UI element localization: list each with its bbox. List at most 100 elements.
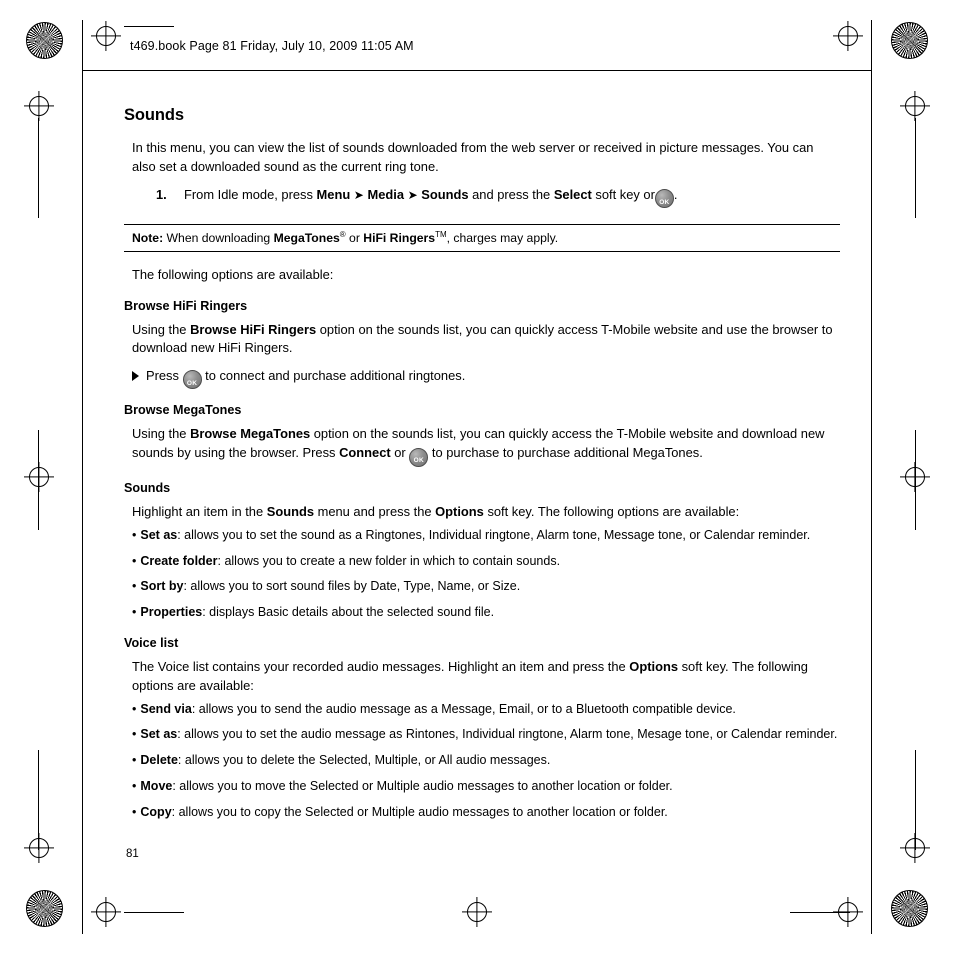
step-select-label: Select [553, 186, 592, 202]
note-or: or [349, 230, 360, 245]
sounds-mid: menu and press the [317, 504, 432, 520]
page-content: Sounds In this menu, you can view the li… [124, 106, 840, 828]
note-label: Note: [132, 230, 164, 245]
arrow-icon-2: ➤ [407, 187, 418, 202]
list-item: • Move: allows you to move the Selected o… [124, 777, 840, 796]
registration-mark-right-mid [905, 467, 925, 487]
list-item-desc: : allows you to set the sound as a Ringt… [177, 527, 811, 542]
browse-megatones-or: or [394, 445, 406, 461]
starburst-mark-top-left [26, 22, 63, 59]
ok-key-icon: OK [654, 188, 674, 208]
step-sounds-label: Sounds [421, 186, 469, 202]
list-item: • Copy: allows you to copy the Selected o… [124, 803, 840, 822]
bullet-icon: • [132, 804, 137, 819]
starburst-mark-bottom-right [891, 890, 928, 927]
crop-line-bottom-left [124, 912, 184, 913]
list-item-term: Move [140, 778, 173, 793]
browse-hifi-action-text: Press OK to connect and purchase additio… [146, 366, 466, 390]
crop-line-header [82, 70, 872, 71]
list-item-term: Delete [140, 753, 178, 768]
crop-line-left [82, 20, 83, 934]
step-number: 1. [156, 186, 167, 202]
registration-mark-left-lower [29, 838, 49, 858]
registration-mark-bottom-right [838, 902, 858, 922]
page-title: Sounds [124, 106, 184, 124]
registration-mark-left-mid [29, 467, 49, 487]
list-item: • Set as: allows you to set the sound as … [124, 526, 840, 545]
header-rule [124, 26, 174, 27]
step-text-end: . [673, 186, 678, 202]
note-callout: Note: When downloading MegaTones® or HiF… [124, 223, 840, 252]
voice-list-bold: Options [629, 658, 678, 674]
sounds-bold-2: Options [435, 504, 484, 520]
ok-key-label: OK [413, 457, 424, 465]
options-lead-text: The following options are available: [132, 266, 334, 282]
subheading-browse-hifi-ringers: Browse HiFi Ringers [124, 298, 248, 313]
bullet-icon: • [132, 753, 137, 768]
bullet-icon: • [132, 605, 137, 620]
bullet-icon: • [132, 727, 137, 742]
tick-right-upper [915, 118, 916, 218]
voice-list-body: The Voice list contains your recorded au… [124, 658, 840, 696]
note-megatones: MegaTones [273, 230, 340, 245]
browse-megatones-post: to purchase to purchase additional MegaT… [431, 445, 703, 461]
browse-hifi-action-line: Press OK to connect and purchase additio… [124, 366, 840, 390]
step-text-part1: From Idle mode, press [184, 186, 313, 202]
bullet-icon: • [132, 553, 137, 568]
list-item-term: Create folder [140, 553, 218, 568]
list-item: • Properties: displays Basic details abou… [124, 603, 840, 622]
registered-mark-icon: ® [339, 229, 346, 239]
list-item-desc: : allows you to sort sound files by Date… [183, 579, 521, 594]
browse-megatones-body: Using the Browse MegaTones option on the… [124, 425, 840, 468]
registration-mark-bottom-left [96, 902, 116, 922]
step-text-part3: soft key or [595, 186, 655, 202]
trademark-mark-icon: TM [435, 229, 447, 239]
page-number: 81 [126, 848, 139, 860]
voice-list-pre: The Voice list contains your recorded au… [132, 658, 626, 674]
list-item-term: Copy [140, 804, 172, 819]
list-item-desc: : allows you to create a new folder in w… [217, 553, 561, 568]
list-item-desc: : allows you to copy the Selected or Mul… [171, 804, 668, 819]
bullet-icon: • [132, 701, 137, 716]
registration-mark-bottom-center [467, 902, 487, 922]
step-menu-label: Menu [316, 186, 351, 202]
list-item: • Create folder: allows you to create a n… [124, 552, 840, 571]
browse-hifi-action-pre: Press [146, 368, 179, 384]
sounds-post: soft key. The following options are avai… [487, 504, 740, 520]
ok-key-icon: OK [182, 370, 202, 390]
list-item-desc: : displays Basic details about the selec… [202, 605, 495, 620]
sounds-body: Highlight an item in the Sounds menu and… [124, 503, 840, 522]
subheading-sounds: Sounds [124, 481, 171, 496]
note-hifi: HiFi Ringers [363, 230, 436, 245]
starburst-mark-bottom-left [26, 890, 63, 927]
list-item: • Set as: allows you to set the audio mes… [124, 725, 840, 744]
registration-mark-top-left [96, 26, 116, 46]
step-text-part2: and press the [472, 186, 551, 202]
ok-key-label: OK [186, 380, 198, 388]
list-item-desc: : allows you to set the audio message as… [177, 727, 838, 742]
subheading-voice-list: Voice list [124, 635, 179, 650]
list-item: • Sort by: allows you to sort sound files… [124, 577, 840, 596]
browse-megatones-bold: Browse MegaTones [190, 426, 311, 442]
note-text-part1: When downloading [166, 230, 271, 245]
browse-hifi-ringers-body: Using the Browse HiFi Ringers option on … [124, 321, 840, 359]
list-item-term: Set as [140, 527, 178, 542]
registration-mark-top-right [838, 26, 858, 46]
list-item-term: Properties [140, 605, 203, 620]
triangle-bullet-icon [132, 371, 139, 382]
ok-key-icon: OK [409, 448, 429, 468]
list-item-desc: : allows you to send the audio message a… [191, 701, 736, 716]
browse-megatones-pre: Using the [132, 426, 187, 442]
registration-mark-right-lower [905, 838, 925, 858]
browse-hifi-pre: Using the [132, 321, 187, 337]
list-item: • Delete: allows you to delete the Select… [124, 751, 840, 770]
sounds-bold-1: Sounds [266, 504, 314, 520]
bullet-icon: • [132, 527, 137, 542]
browse-hifi-action-post: to connect and purchase additional ringt… [205, 368, 466, 384]
numbered-step-1: 1. From Idle mode, press Menu ➤ Media ➤ … [124, 185, 840, 208]
registration-mark-left-upper [29, 96, 49, 116]
subheading-browse-megatones: Browse MegaTones [124, 403, 242, 418]
list-item-desc: : allows you to delete the Selected, Mul… [177, 753, 551, 768]
list-item-term: Sort by [140, 579, 184, 594]
starburst-mark-top-right [891, 22, 928, 59]
